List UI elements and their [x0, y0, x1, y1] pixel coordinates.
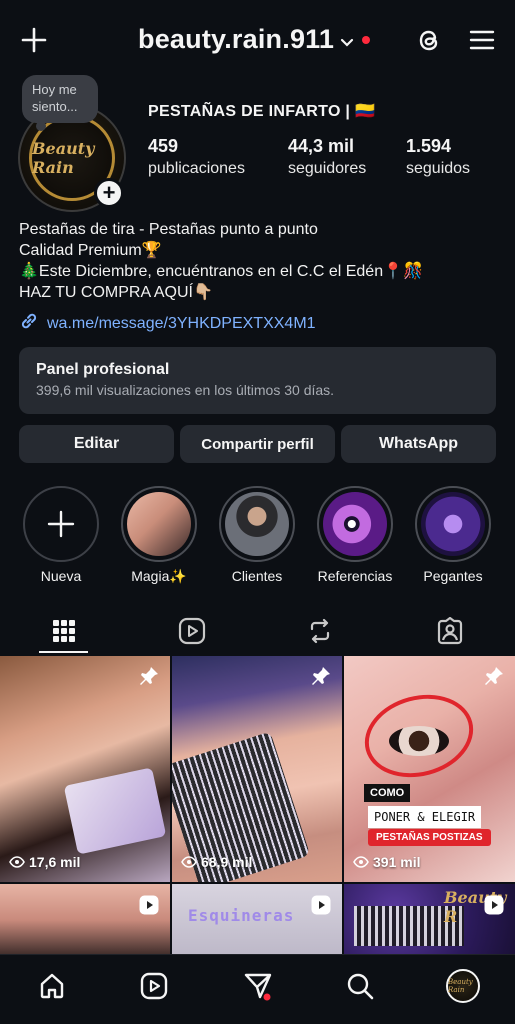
avatar-mini-logo: Beauty Rain — [448, 978, 473, 994]
overlay-label-pill: PESTAÑAS POSTIZAS — [368, 829, 491, 846]
highlight-label: Referencias — [317, 568, 393, 584]
highlight-label: Magia✨ — [131, 568, 187, 584]
stat-followers-value: 44,3 mil — [288, 136, 355, 156]
plus-icon — [47, 510, 75, 538]
reel-icon — [310, 894, 332, 921]
pin-icon — [483, 665, 505, 692]
stat-posts-label: publicaciones — [148, 160, 245, 177]
top-bar: beauty.rain.911 — [0, 0, 515, 80]
highlight-cover — [121, 486, 197, 562]
highlight-label: Nueva — [40, 568, 82, 584]
highlight-label: Clientes — [231, 568, 283, 584]
eye-icon — [181, 856, 197, 868]
username-switcher[interactable]: beauty.rain.911 — [138, 24, 371, 55]
profile-note-bubble[interactable]: Hoy me siento... — [22, 75, 98, 131]
menu-icon[interactable] — [466, 24, 498, 56]
share-profile-button[interactable]: Compartir perfil — [180, 425, 335, 463]
post-views-count: 68,9 mil — [201, 854, 253, 870]
reel-thumbnail[interactable]: Esquineras — [172, 884, 342, 956]
username-label: beauty.rain.911 — [138, 24, 335, 54]
professional-dashboard[interactable]: Panel profesional 399,6 mil visualizacio… — [19, 347, 496, 414]
stat-following[interactable]: 1.594 seguidos — [406, 136, 470, 178]
highlight-cover — [219, 486, 295, 562]
stat-following-value: 1.594 — [406, 136, 452, 156]
search-icon[interactable] — [343, 969, 377, 1003]
pin-icon — [310, 665, 332, 692]
stat-followers-label: seguidores — [288, 160, 367, 177]
post-views: 391 mil — [353, 854, 420, 870]
reel-thumbnail[interactable]: Beauty R — [344, 884, 515, 956]
edit-profile-button[interactable]: Editar — [19, 425, 174, 463]
post-thumbnail[interactable]: 17,6 mil — [0, 656, 170, 882]
reel-icon — [138, 894, 160, 921]
bio-line: Calidad Premium🏆 — [19, 242, 162, 259]
bio-line: Pestañas de tira - Pestañas punto a punt… — [19, 221, 318, 238]
reels-icon[interactable] — [176, 615, 208, 647]
panel-subtitle: 399,6 mil visualizaciones en los últimos… — [36, 382, 335, 398]
reel-icon — [483, 894, 505, 921]
stat-posts-value: 459 — [148, 136, 179, 156]
eye-icon — [9, 856, 25, 868]
post-views-count: 391 mil — [373, 854, 421, 870]
display-name: PESTAÑAS DE INFARTO | 🇨🇴 — [148, 103, 376, 120]
post-thumbnail[interactable]: COMO PONER & ELEGIR PESTAÑAS POSTIZAS 39… — [344, 656, 515, 882]
highlight-pegantes[interactable]: Pegantes — [414, 486, 492, 584]
stat-posts[interactable]: 459 publicaciones — [148, 136, 245, 178]
active-tab-indicator — [39, 651, 88, 653]
plus-icon[interactable] — [18, 24, 50, 56]
post-views: 17,6 mil — [9, 854, 80, 870]
stat-followers[interactable]: 44,3 mil seguidores — [288, 136, 366, 178]
note-text: Hoy me siento... — [32, 82, 78, 114]
reels-nav-icon[interactable] — [137, 969, 171, 1003]
whatsapp-button[interactable]: WhatsApp — [341, 425, 496, 463]
profile-tabs — [0, 605, 515, 655]
bio: Pestañas de tira - Pestañas punto a punt… — [19, 219, 423, 303]
grid-icon[interactable] — [48, 615, 80, 647]
direct-messages-icon[interactable] — [241, 969, 275, 1003]
overlay-label-small: COMO — [364, 784, 411, 802]
bio-line: 🎄Este Diciembre, encuéntranos en el C.C … — [19, 263, 423, 280]
reposts-icon[interactable] — [304, 615, 336, 647]
instagram-profile-screen: beauty.rain.911 Beauty Rain Hoy me sient… — [0, 0, 515, 1024]
threads-icon[interactable] — [413, 24, 445, 56]
bio-link-text: wa.me/message/3YHKDPEXTXX4M1 — [47, 314, 316, 332]
eye-icon — [353, 856, 369, 868]
highlight-cover — [415, 486, 491, 562]
add-story-plus-icon[interactable]: + — [94, 178, 124, 208]
reel-overlay-text: Esquineras — [188, 906, 295, 925]
profile-avatar-nav[interactable]: Beauty Rain — [446, 969, 480, 1003]
highlight-new[interactable]: Nueva — [22, 486, 100, 584]
highlight-clientes[interactable]: Clientes — [218, 486, 296, 584]
post-thumbnail[interactable]: 68,9 mil — [172, 656, 342, 882]
post-views: 68,9 mil — [181, 854, 252, 870]
tagged-icon[interactable] — [434, 615, 466, 647]
lash-box-graphic — [63, 767, 167, 855]
highlight-new-circle — [23, 486, 99, 562]
highlight-label: Pegantes — [423, 568, 483, 584]
bio-line: HAZ TU COMPRA AQUÍ👇🏼 — [19, 284, 213, 301]
stat-following-label: seguidos — [406, 160, 471, 177]
highlight-referencias[interactable]: Referencias — [316, 486, 394, 584]
home-icon[interactable] — [35, 969, 69, 1003]
post-views-count: 17,6 mil — [29, 854, 81, 870]
bottom-navigation: Beauty Rain — [0, 954, 515, 1024]
reel-thumbnail[interactable] — [0, 884, 170, 956]
highlight-magia[interactable]: Magia✨ — [120, 486, 198, 585]
bio-link[interactable]: wa.me/message/3YHKDPEXTXX4M1 — [19, 311, 316, 336]
panel-title: Panel profesional — [36, 361, 170, 378]
overlay-label-main: PONER & ELEGIR — [368, 806, 482, 828]
notification-dot — [362, 35, 371, 44]
highlight-cover — [317, 486, 393, 562]
pin-icon — [138, 665, 160, 692]
avatar-logo-text: Beauty Rain — [32, 139, 95, 177]
eye-graphic — [389, 726, 449, 756]
chevron-down-icon — [340, 24, 354, 55]
link-icon — [19, 311, 39, 336]
